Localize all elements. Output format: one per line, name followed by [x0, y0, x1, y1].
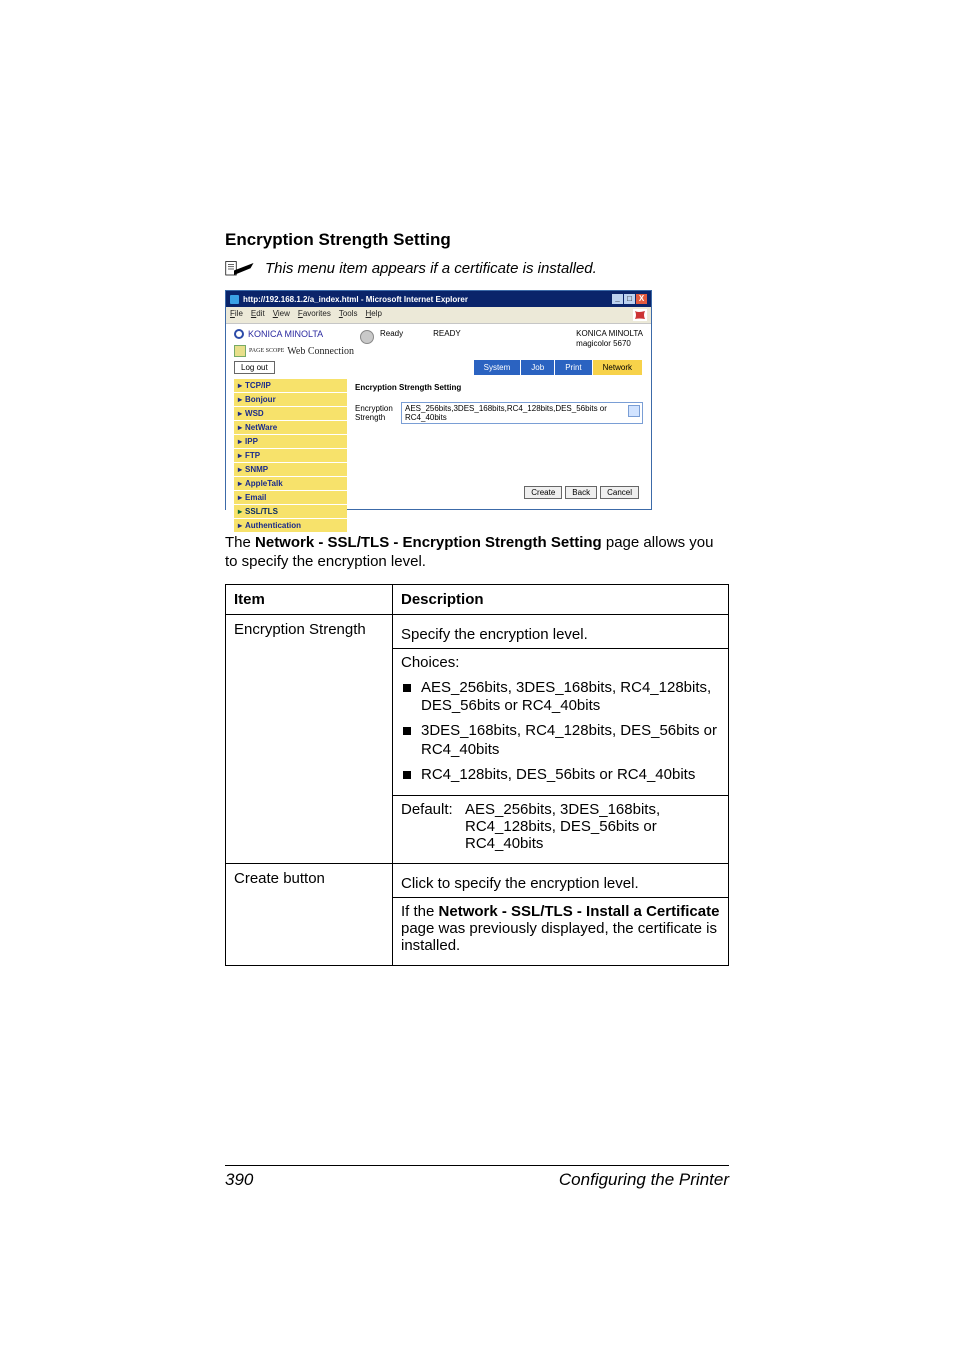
status-ready-big: READY	[433, 329, 461, 338]
sidebar-item-appletalk[interactable]: ▸AppleTalk	[234, 477, 347, 490]
menu-tools[interactable]: Tools	[339, 309, 358, 321]
menu-file[interactable]: File	[230, 309, 243, 321]
close-button[interactable]: X	[636, 294, 647, 304]
menu-view[interactable]: View	[273, 309, 290, 321]
content-panel: Encryption Strength Setting Encryption S…	[347, 379, 651, 524]
tab-system[interactable]: System	[474, 360, 522, 375]
sidebar: ▸TCP/IP ▸Bonjour ▸WSD ▸NetWare ▸IPP ▸FTP…	[226, 379, 347, 524]
cancel-button[interactable]: Cancel	[600, 486, 639, 499]
choice-item: AES_256bits, 3DES_168bits, RC4_128bits, …	[401, 679, 720, 717]
action-buttons: Create Back Cancel	[524, 486, 639, 499]
tab-print[interactable]: Print	[555, 360, 592, 375]
th-desc: Description	[393, 584, 729, 614]
section-heading: Encryption Strength Setting	[225, 230, 729, 250]
minimize-button[interactable]: _	[612, 294, 623, 304]
sidebar-item-ftp[interactable]: ▸FTP	[234, 449, 347, 462]
brand: KONICA MINOLTA	[234, 329, 354, 339]
note-icon	[225, 260, 255, 278]
row1-item: Encryption Strength	[226, 614, 393, 864]
note: This menu item appears if a certificate …	[225, 260, 729, 278]
menu-favorites[interactable]: Favorites	[298, 309, 331, 321]
screenshot: http://192.168.1.2/a_index.html - Micros…	[225, 290, 652, 510]
menu-edit[interactable]: Edit	[251, 309, 265, 321]
browser-menubar[interactable]: File Edit View Favorites Tools Help	[226, 307, 651, 324]
window-titlebar: http://192.168.1.2/a_index.html - Micros…	[226, 291, 651, 307]
sidebar-item-wsd[interactable]: ▸WSD	[234, 407, 347, 420]
window-title: http://192.168.1.2/a_index.html - Micros…	[243, 295, 468, 304]
row1-desc: Specify the encryption level. Choices: A…	[393, 614, 729, 864]
ie-logo-icon	[633, 309, 647, 321]
table-row: Create button Click to specify the encry…	[226, 864, 729, 966]
sidebar-item-ssltls[interactable]: ▸SSL/TLS	[234, 505, 347, 518]
note-text: This menu item appears if a certificate …	[265, 260, 597, 277]
choice-item: 3DES_168bits, RC4_128bits, DES_56bits or…	[401, 722, 720, 760]
app-header: KONICA MINOLTA PAGE SCOPEWeb Connection …	[226, 324, 651, 360]
sidebar-item-auth[interactable]: ▸Authentication	[234, 519, 347, 532]
tabs: System Job Print Network	[474, 360, 643, 375]
window-controls[interactable]: _ □ X	[612, 294, 647, 304]
ie-icon	[230, 295, 239, 304]
tab-job[interactable]: Job	[521, 360, 555, 375]
tab-network[interactable]: Network	[593, 360, 643, 375]
row2-desc: Click to specify the encryption level. I…	[393, 864, 729, 966]
page-number: 390	[225, 1170, 253, 1190]
encryption-select[interactable]: AES_256bits,3DES_168bits,RC4_128bits,DES…	[401, 402, 643, 424]
logout-button[interactable]: Log out	[234, 361, 275, 374]
webconn-text: Web Connection	[287, 346, 354, 357]
brand-text: KONICA MINOLTA	[248, 329, 323, 339]
default-value: AES_256bits, 3DES_168bits, RC4_128bits, …	[465, 801, 720, 852]
device-info: KONICA MINOLTA magicolor 5670	[576, 329, 643, 349]
sidebar-item-tcpip[interactable]: ▸TCP/IP	[234, 379, 347, 392]
create-button[interactable]: Create	[524, 486, 562, 499]
th-item: Item	[226, 584, 393, 614]
back-button[interactable]: Back	[565, 486, 597, 499]
choice-item: RC4_128bits, DES_56bits or RC4_40bits	[401, 766, 720, 785]
footer-section: Configuring the Printer	[559, 1170, 729, 1190]
device-model: magicolor 5670	[576, 339, 643, 349]
sidebar-item-snmp[interactable]: ▸SNMP	[234, 463, 347, 476]
sidebar-item-ipp[interactable]: ▸IPP	[234, 435, 347, 448]
status: Ready READY	[360, 329, 461, 344]
table-row: Encryption Strength Specify the encrypti…	[226, 614, 729, 864]
maximize-button[interactable]: □	[624, 294, 635, 304]
row2-item: Create button	[226, 864, 393, 966]
pagescope-icon	[234, 345, 246, 357]
menu-help[interactable]: Help	[366, 309, 382, 321]
brand-logo-icon	[234, 329, 244, 339]
sidebar-item-bonjour[interactable]: ▸Bonjour	[234, 393, 347, 406]
sidebar-item-netware[interactable]: ▸NetWare	[234, 421, 347, 434]
encryption-label: Encryption Strength	[355, 404, 395, 422]
printer-icon	[360, 330, 374, 344]
device-brand: KONICA MINOLTA	[576, 329, 643, 339]
description-table: Item Description Encryption Strength Spe…	[225, 584, 729, 967]
default-label: Default:	[401, 801, 457, 852]
status-ready: Ready	[380, 329, 403, 338]
sidebar-item-email[interactable]: ▸Email	[234, 491, 347, 504]
chevron-down-icon: ▾	[634, 406, 638, 414]
content-title: Encryption Strength Setting	[355, 383, 643, 392]
encryption-value: AES_256bits,3DES_168bits,RC4_128bits,DES…	[405, 404, 630, 422]
web-connection: PAGE SCOPEWeb Connection	[234, 345, 354, 357]
page-footer: 390 Configuring the Printer	[225, 1165, 729, 1190]
intro-paragraph: The Network - SSL/TLS - Encryption Stren…	[225, 534, 729, 572]
